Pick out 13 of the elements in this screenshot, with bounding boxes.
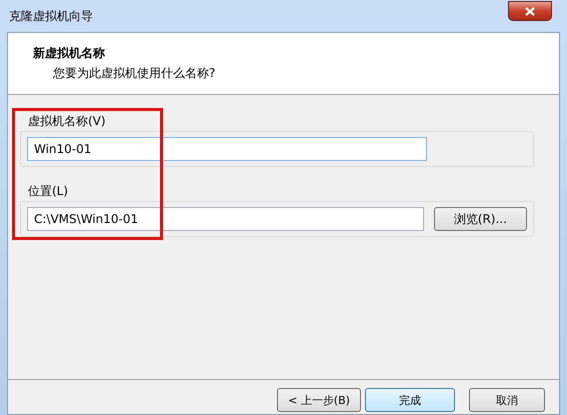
close-button[interactable] [508,1,552,21]
field-label: 虚拟机名称(V) [28,113,107,130]
input-field[interactable]: C:\VMS\Win10-01 [27,207,424,231]
close-icon [525,6,535,16]
dialog-button[interactable]: < 上一步(B) [277,388,361,412]
window-title: 克隆虚拟机向导 [9,8,93,24]
input-field[interactable]: Win10-01 [27,137,427,161]
browse-button[interactable]: 浏览(R)... [434,207,527,231]
page-subtitle: 您要为此虚拟机使用什么名称? [53,65,216,82]
dialog-button[interactable]: 取消 [469,388,545,412]
dialog-button[interactable]: 完成 [365,388,455,412]
field-label: 位置(L) [28,183,70,200]
page-title: 新虚拟机名称 [33,45,106,62]
